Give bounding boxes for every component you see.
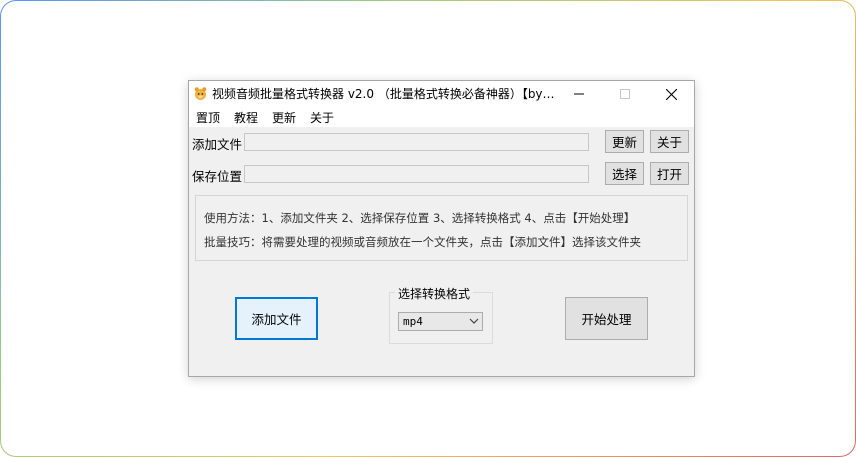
tip-text: 批量技巧：将需要处理的视频或音频放在一个文件夹，点击【添加文件】选择该文件夹 xyxy=(204,235,641,249)
save-location-label: 保存位置 xyxy=(192,169,243,184)
minimize-button[interactable] xyxy=(556,81,602,107)
minimize-icon xyxy=(574,93,584,95)
close-icon xyxy=(665,88,677,100)
window-title: 视频音频批量格式转换器 v2.0 （批量格式转换必备神器）【by… xyxy=(212,87,555,101)
app-window: 视频音频批量格式转换器 v2.0 （批量格式转换必备神器）【by… 置顶 教程 … xyxy=(188,80,695,377)
add-file-button[interactable]: 添加文件 xyxy=(235,297,318,340)
app-icon xyxy=(194,87,207,101)
title-bar[interactable]: 视频音频批量格式转换器 v2.0 （批量格式转换必备神器）【by… xyxy=(189,81,694,107)
instructions-panel: 使用方法：1、添加文件夹 2、选择保存位置 3、选择转换格式 4、点击【开始处理… xyxy=(195,195,688,261)
open-button[interactable]: 打开 xyxy=(650,162,689,185)
maximize-button[interactable] xyxy=(602,81,648,107)
add-file-input[interactable] xyxy=(244,133,589,151)
format-selected-value: mp4 xyxy=(403,315,423,328)
choose-button[interactable]: 选择 xyxy=(605,162,644,185)
update-button[interactable]: 更新 xyxy=(605,130,644,153)
save-location-input[interactable] xyxy=(244,165,589,183)
about-button[interactable]: 关于 xyxy=(650,130,689,153)
format-group-title: 选择转换格式 xyxy=(395,285,474,302)
menu-tutorial[interactable]: 教程 xyxy=(234,109,258,126)
format-select[interactable]: mp4 xyxy=(398,312,483,331)
usage-text: 使用方法：1、添加文件夹 2、选择保存位置 3、选择转换格式 4、点击【开始处理… xyxy=(204,211,636,225)
add-file-label: 添加文件 xyxy=(192,137,243,152)
menu-about[interactable]: 关于 xyxy=(310,109,334,126)
chevron-down-icon xyxy=(469,318,479,324)
maximize-icon xyxy=(620,89,630,99)
start-processing-button[interactable]: 开始处理 xyxy=(565,297,648,340)
menu-bar: 置顶 教程 更新 关于 xyxy=(189,107,694,127)
menu-pin-top[interactable]: 置顶 xyxy=(196,109,220,126)
close-button[interactable] xyxy=(648,81,694,107)
menu-update[interactable]: 更新 xyxy=(272,109,296,126)
